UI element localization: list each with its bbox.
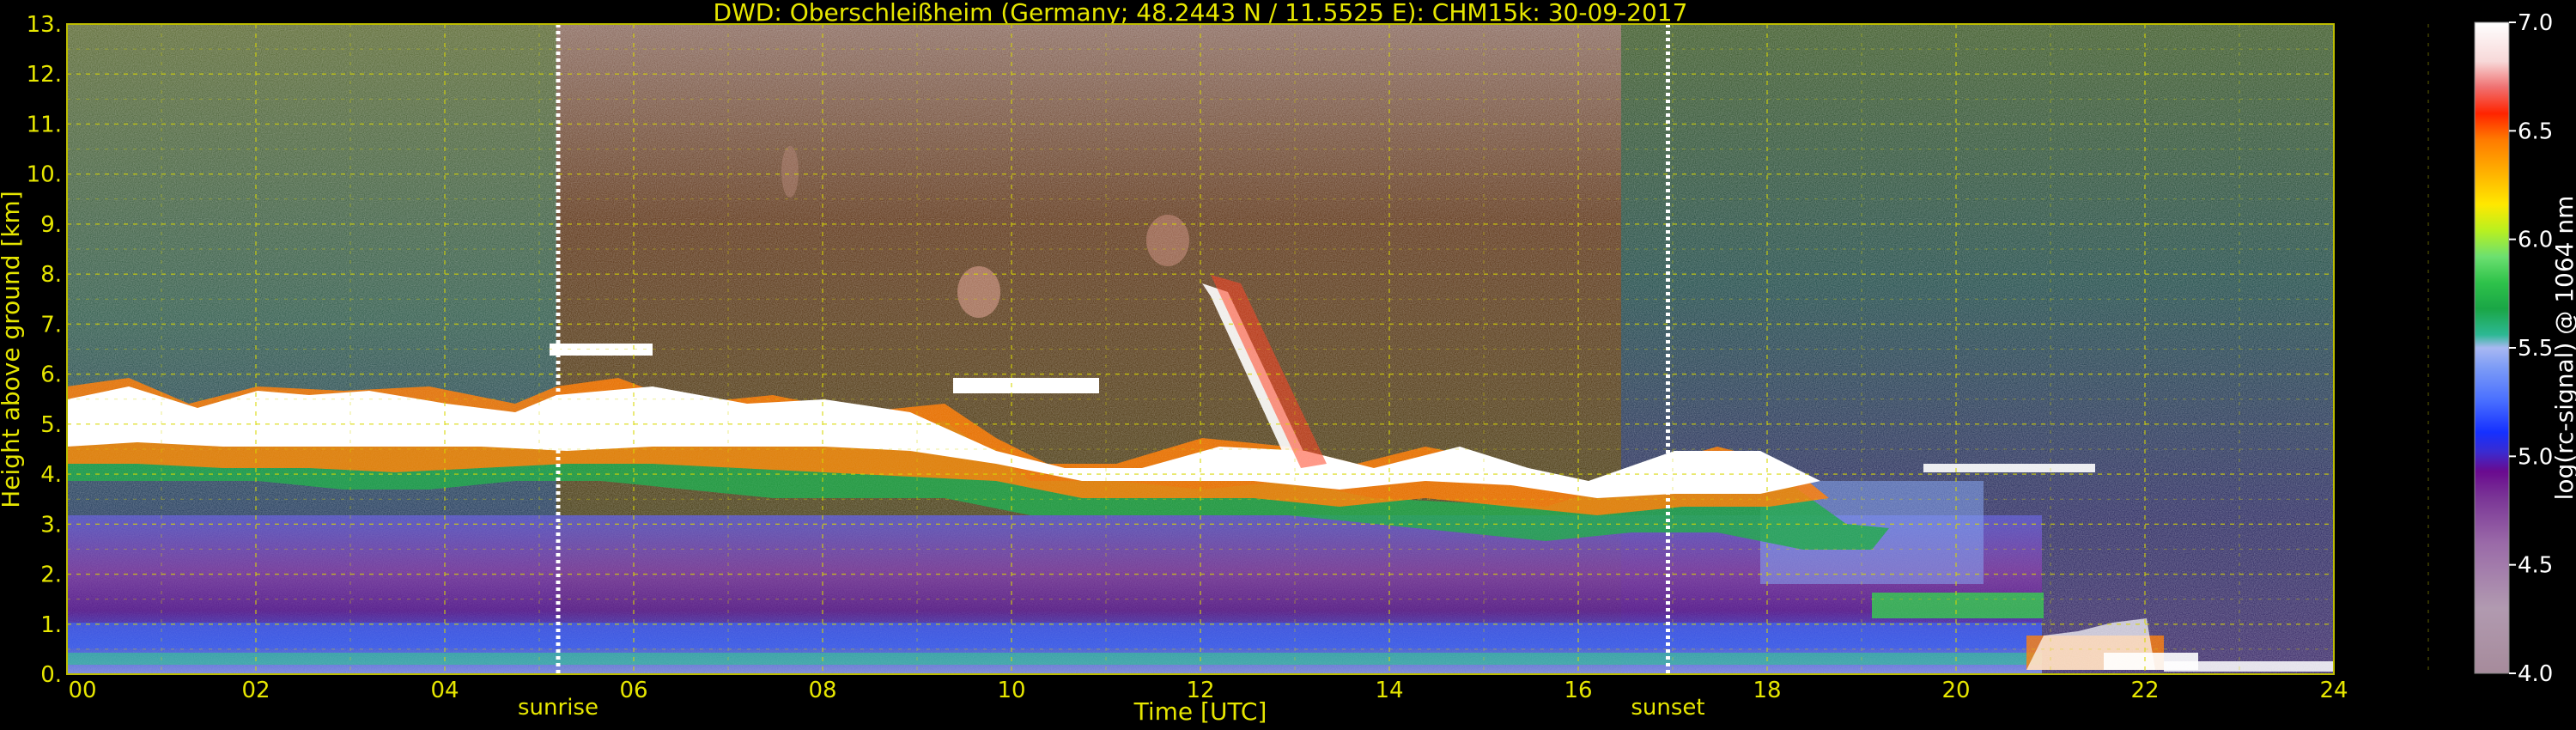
y-tick-label: 7. [40, 312, 62, 338]
y-tick-label: 8. [40, 262, 62, 288]
x-tick-label: 08 [808, 678, 836, 703]
x-tick-label: 10 [997, 678, 1025, 703]
y-tick-label: 6. [40, 362, 62, 388]
x-tick-label: 16 [1564, 678, 1592, 703]
x-tick-label: 02 [241, 678, 270, 703]
y-tick-labels: 0. 1. 2. 3. 4. 5. 6. 7. 8. 9. 10. 11. 12. 13. [27, 12, 62, 688]
y-tick-label: 5. [40, 412, 62, 438]
x-tick-label: 18 [1753, 678, 1781, 703]
x-tick-label: 24 [2319, 678, 2348, 703]
y-tick-label: 2. [40, 563, 62, 588]
colorbar-tick-label: 7.0 [2518, 10, 2553, 36]
chart-title: DWD: Oberschleißheim (Germany; 48.2443 N… [714, 0, 1688, 27]
colorbar-tick-label: 6.5 [2518, 119, 2553, 144]
colorbar: 4.0 4.5 5.0 5.5 6.0 6.5 7.0 log(rc-signal) @ 1… [2474, 10, 2576, 687]
y-tick-label: 13. [27, 12, 62, 38]
colorbar-tick-label: 4.0 [2518, 661, 2553, 687]
x-tick-label: 04 [430, 678, 459, 703]
x-axis-title: Time [UTC] [1133, 697, 1267, 726]
y-tick-label: 3. [40, 512, 62, 538]
x-tick-label: 20 [1941, 678, 1970, 703]
x-tick-label: 00 [68, 678, 96, 703]
x-tick-label: 22 [2130, 678, 2159, 703]
colorbar-tick-label: 5.0 [2518, 444, 2553, 470]
y-axis-title: Height above ground [km] [0, 191, 25, 508]
colorbar-tick-label: 4.5 [2518, 553, 2553, 579]
colorbar-tick-label: 5.5 [2518, 336, 2553, 362]
y-tick-label: 1. [40, 612, 62, 638]
x-tick-label: 06 [619, 678, 647, 703]
x-tick-label: 14 [1375, 678, 1403, 703]
sunset-label: sunset [1631, 695, 1704, 721]
y-tick-label: 4. [40, 462, 62, 488]
y-tick-label: 9. [40, 212, 62, 238]
colorbar-title: log(rc-signal) @ 1064 nm [2550, 196, 2576, 501]
sunrise-label: sunrise [518, 695, 598, 721]
colorbar-gradient [2474, 21, 2510, 674]
y-tick-label: 10. [27, 162, 62, 188]
ceilometer-chart: DWD: Oberschleißheim (Germany; 48.2443 N… [0, 0, 2576, 726]
y-tick-label: 0. [40, 662, 62, 688]
y-tick-label: 12. [27, 62, 62, 88]
y-tick-label: 11. [27, 112, 62, 137]
colorbar-tick-labels: 4.0 4.5 5.0 5.5 6.0 6.5 7.0 [2509, 10, 2553, 687]
colorbar-tick-label: 6.0 [2518, 228, 2553, 253]
